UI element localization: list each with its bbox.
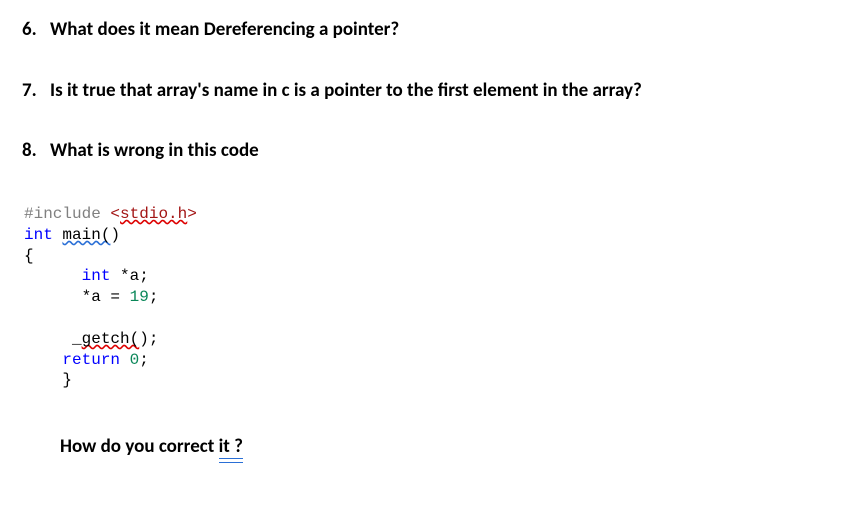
question-text: Is it true that array's name in c is a p… bbox=[50, 79, 840, 104]
code-preproc: #include bbox=[24, 205, 101, 223]
follow-up-word: it ? bbox=[219, 435, 243, 460]
follow-up-prefix: How do you correct bbox=[60, 435, 219, 458]
code-decl-rest: *a; bbox=[110, 267, 148, 285]
code-assign-num: 19 bbox=[130, 288, 149, 306]
code-brace-close: } bbox=[24, 371, 72, 389]
code-include-close: > bbox=[187, 205, 197, 223]
code-getch: getch( bbox=[82, 330, 140, 348]
question-number: 6. bbox=[22, 18, 50, 43]
question-list: 6. What does it mean Dereferencing a poi… bbox=[22, 18, 840, 164]
code-main-close: ) bbox=[110, 226, 120, 244]
code-block: #include <stdio.h> int main() { int *a; … bbox=[24, 204, 840, 391]
question-item-6: 6. What does it mean Dereferencing a poi… bbox=[22, 18, 840, 43]
question-text: What does it mean Dereferencing a pointe… bbox=[50, 18, 840, 43]
question-number: 8. bbox=[22, 139, 50, 164]
code-decl-type: int bbox=[82, 267, 111, 285]
code-int-kw: int bbox=[24, 226, 53, 244]
code-include-target: stdio.h bbox=[120, 205, 187, 223]
code-return-kw: return bbox=[62, 351, 120, 369]
code-assign-end: ; bbox=[149, 288, 159, 306]
question-number: 7. bbox=[22, 79, 50, 104]
follow-up-question: How do you correct it ? bbox=[60, 435, 840, 460]
question-item-8: 8. What is wrong in this code bbox=[22, 139, 840, 164]
code-assign: *a = bbox=[24, 288, 130, 306]
question-text: What is wrong in this code bbox=[50, 139, 840, 164]
code-main: main( bbox=[62, 226, 110, 244]
code-return-num: 0 bbox=[130, 351, 140, 369]
code-brace-open: { bbox=[24, 247, 34, 265]
code-getch-prefix: _ bbox=[24, 330, 82, 348]
code-include-open: < bbox=[110, 205, 120, 223]
code-return-end: ; bbox=[139, 351, 149, 369]
code-getch-end: ); bbox=[139, 330, 158, 348]
question-item-7: 7. Is it true that array's name in c is … bbox=[22, 79, 840, 104]
